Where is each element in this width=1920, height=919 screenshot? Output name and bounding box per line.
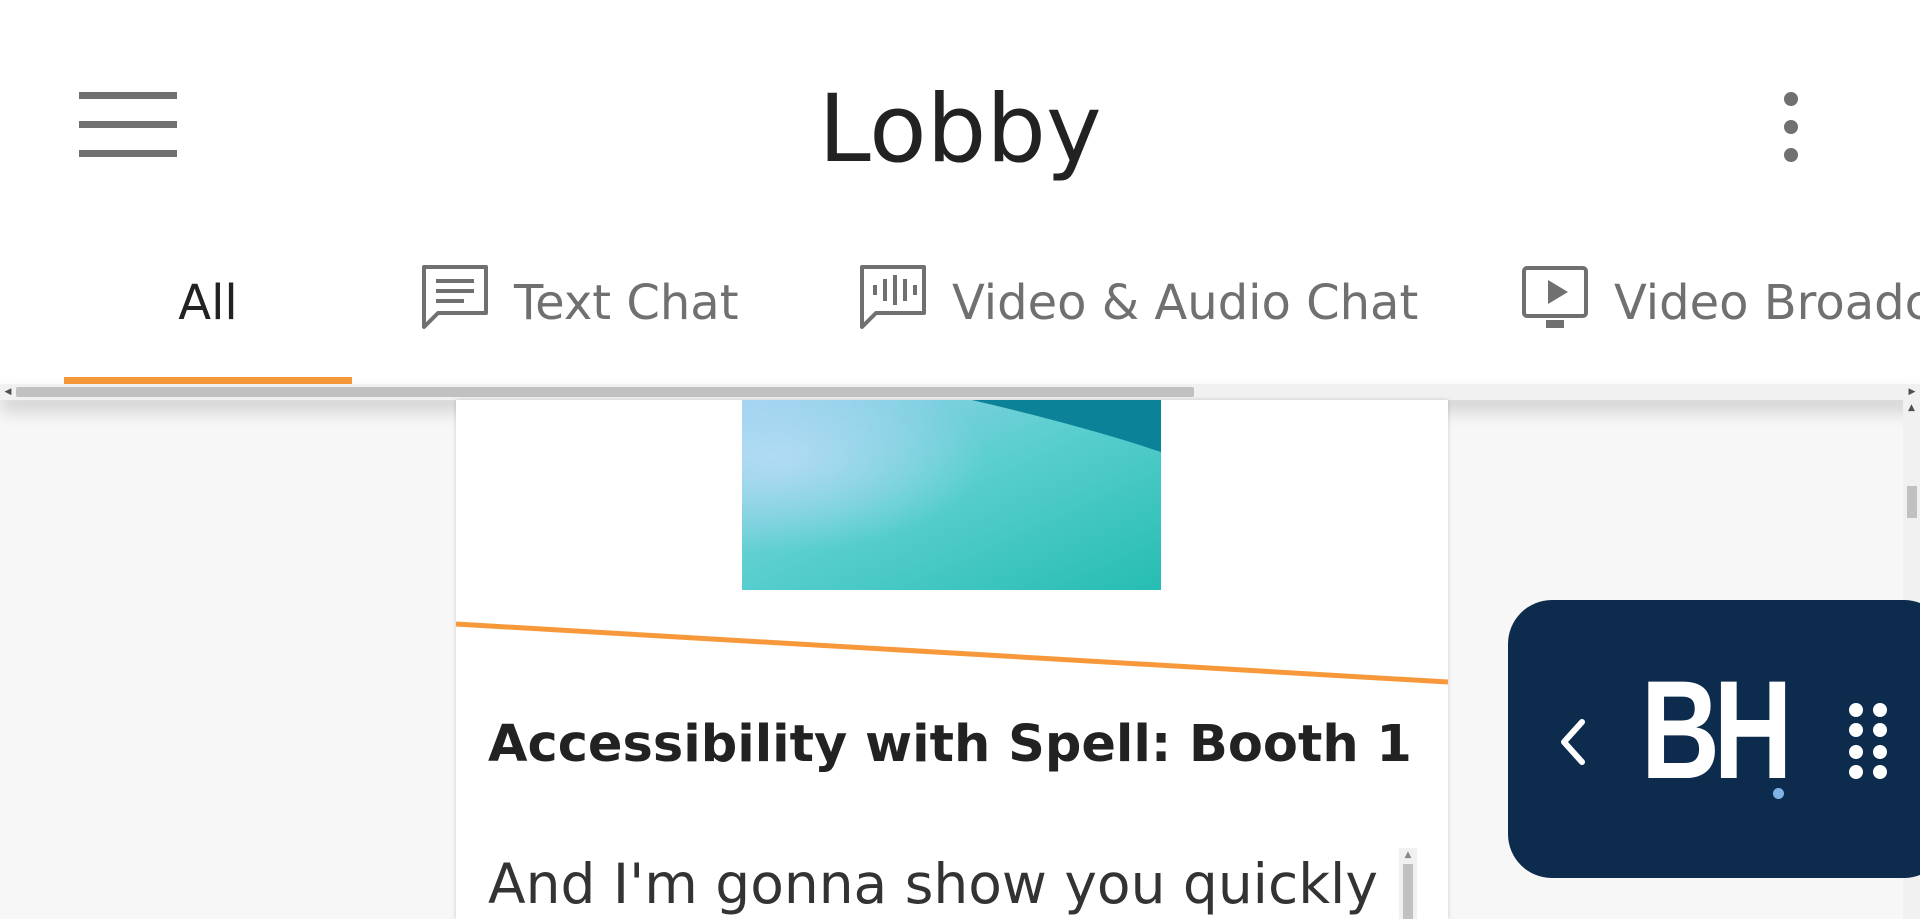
app-header: Lobby	[0, 0, 1920, 222]
tab-video-broadcast[interactable]: Video Broadcast	[1520, 222, 1920, 384]
scrollbar-thumb[interactable]	[16, 387, 1194, 397]
scroll-left-arrow-icon[interactable]: ◀	[0, 384, 16, 400]
booth-title[interactable]: Accessibility with Spell: Booth 1	[488, 715, 1412, 774]
tab-video-audio-chat[interactable]: Video & Audio Chat	[858, 222, 1418, 384]
scroll-right-arrow-icon[interactable]: ▶	[1904, 384, 1920, 400]
tab-label: All	[178, 275, 238, 331]
bh-logo-dot	[1773, 788, 1784, 799]
tab-bar-scrollbar[interactable]: ◀ ▶	[0, 384, 1920, 400]
tab-label: Video & Audio Chat	[952, 275, 1419, 331]
bh-logo: BH	[1641, 651, 1792, 808]
bh-floating-widget[interactable]: BH	[1508, 600, 1920, 878]
more-vertical-icon[interactable]	[1776, 92, 1806, 164]
scrollbar-thumb[interactable]	[1907, 486, 1917, 518]
chat-message-icon	[420, 263, 490, 343]
tab-text-chat[interactable]: Text Chat	[420, 222, 739, 384]
page-title: Lobby	[818, 75, 1102, 184]
live-caption-text: And I'm gonna show you quickly	[488, 852, 1378, 916]
video-play-icon	[1520, 264, 1590, 342]
caption-scrollbar[interactable]: ▲	[1399, 848, 1417, 919]
scroll-up-arrow-icon[interactable]: ▲	[1903, 400, 1920, 416]
active-tab-indicator	[64, 377, 352, 384]
scroll-up-arrow-icon[interactable]: ▲	[1399, 848, 1417, 862]
booth-thumbnail-image[interactable]	[742, 400, 1161, 590]
scrollbar-thumb[interactable]	[1403, 864, 1413, 919]
drag-handle-icon[interactable]	[1846, 700, 1890, 782]
tab-all[interactable]: All	[64, 222, 352, 384]
decorative-divider	[456, 621, 1448, 685]
tab-bar: All Text Chat Video & Audio Chat Video B…	[0, 222, 1920, 384]
tab-label: Text Chat	[514, 275, 739, 331]
chevron-left-icon[interactable]	[1556, 712, 1592, 772]
audio-wave-chat-icon	[858, 263, 928, 343]
booth-card[interactable]: Accessibility with Spell: Booth 1 And I'…	[456, 400, 1448, 919]
tab-label: Video Broadcast	[1614, 275, 1920, 331]
